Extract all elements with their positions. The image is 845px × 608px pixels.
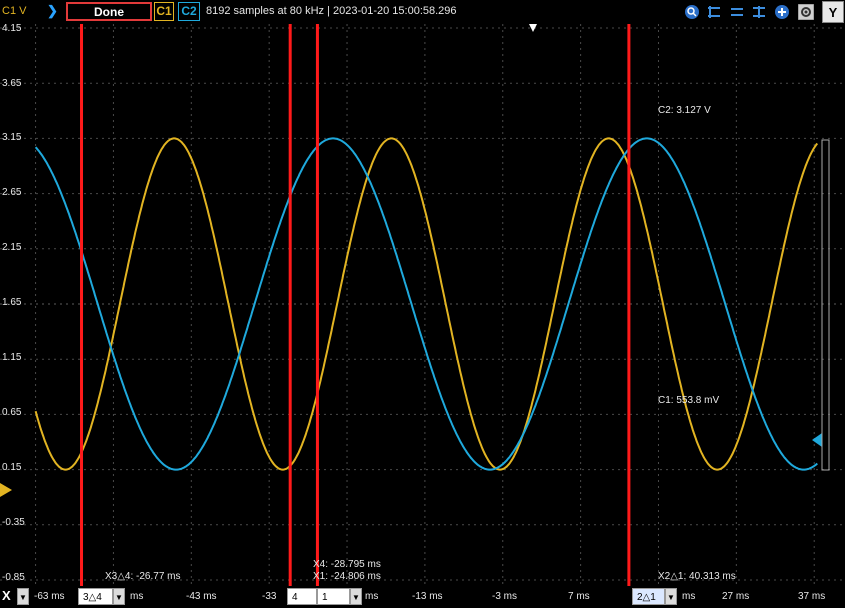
x1-readout: X1: -24.806 ms — [313, 571, 381, 582]
top-toolbar: C1 V ❯ Done C1 C2 8192 samples at 80 kHz… — [0, 0, 845, 24]
y-tick-label: -0.85 — [2, 572, 25, 583]
chevron-down-icon[interactable]: ▼ — [665, 588, 677, 605]
c2-offset-marker — [812, 433, 822, 447]
x4-readout: X4: -28.795 ms — [313, 559, 381, 570]
x-tick-label: ms — [130, 591, 144, 602]
y-tick-label: -0.35 — [2, 517, 25, 528]
x2-x1-delta-readout: X2△1: 40.313 ms — [658, 571, 736, 582]
acquisition-info: 8192 samples at 80 kHz | 2023-01-20 15:0… — [206, 5, 457, 17]
y-tick-label: 4.15 — [2, 23, 22, 34]
y-tick-label: 1.15 — [2, 352, 22, 363]
x-tick-label: ms — [682, 591, 696, 602]
x-tick-label: -43 ms — [186, 591, 217, 602]
run-arrow-icon[interactable]: ❯ — [47, 3, 58, 19]
status-button[interactable]: Done — [66, 2, 152, 21]
zoom-in-icon[interactable] — [774, 4, 790, 20]
x-tick-label: 27 ms — [722, 591, 750, 602]
channel-2-tag[interactable]: C2 — [178, 2, 200, 21]
cursor-add-icon[interactable] — [706, 4, 722, 20]
cursor-field-4[interactable]: 4 — [287, 588, 317, 605]
scope-plot-area[interactable]: 4.15 3.65 3.15 2.65 2.15 1.65 1.15 0.65 … — [0, 22, 845, 586]
settings-icon[interactable] — [798, 4, 814, 20]
x-tick-label: -63 ms — [34, 591, 65, 602]
zoom-fit-icon[interactable] — [684, 4, 700, 20]
x-axis-dropdown-icon[interactable]: ▼ — [17, 588, 29, 605]
y-tick-label: 3.65 — [2, 78, 22, 89]
x-tick-label: -33 — [262, 591, 277, 602]
c1-cursor-readout: C1: 553.8 mV — [658, 395, 720, 406]
cursor-field-1[interactable]: 1 — [317, 588, 350, 605]
y-tick-label: 1.65 — [2, 297, 22, 308]
channel-1-tag[interactable]: C1 — [154, 2, 174, 21]
x-tick-label: 7 ms — [568, 591, 590, 602]
chevron-down-icon[interactable]: ▼ — [350, 588, 362, 605]
cursor-pair-select-2[interactable]: 2△1 — [632, 588, 665, 605]
x-tick-label: ms — [365, 591, 379, 602]
chevron-down-icon[interactable]: ▼ — [113, 588, 125, 605]
x-tick-label: -13 ms — [412, 591, 443, 602]
y-tick-label: 0.65 — [2, 407, 22, 418]
x-tick-label: 37 ms — [798, 591, 826, 602]
x3-x4-delta-readout: X3△4: -26.77 ms — [105, 571, 181, 582]
cursor-pair-select-1[interactable]: 3△4 — [78, 588, 113, 605]
y-tick-label: 2.15 — [2, 242, 22, 253]
waveform-plot[interactable] — [0, 22, 845, 586]
x-axis-letter: X — [2, 588, 18, 605]
c1-offset-marker — [0, 483, 12, 497]
y-tick-label: 0.15 — [2, 462, 22, 473]
y-tick-label: 3.15 — [2, 132, 22, 143]
x-tick-label: -3 ms — [492, 591, 517, 602]
cursor-remove-icon[interactable] — [729, 4, 745, 20]
cursor-both-icon[interactable] — [751, 4, 767, 20]
x-axis-bar: X ▼ -63 ms 3△4 ▼ ms -43 ms -33 4 1 ▼ ms … — [0, 586, 845, 608]
range-indicator — [821, 139, 830, 471]
y-axis-button[interactable]: Y — [822, 1, 844, 23]
y-axis-unit: C1 V — [2, 5, 27, 17]
y-tick-label: 2.65 — [2, 187, 22, 198]
c2-cursor-readout: C2: 3.127 V — [658, 105, 711, 116]
